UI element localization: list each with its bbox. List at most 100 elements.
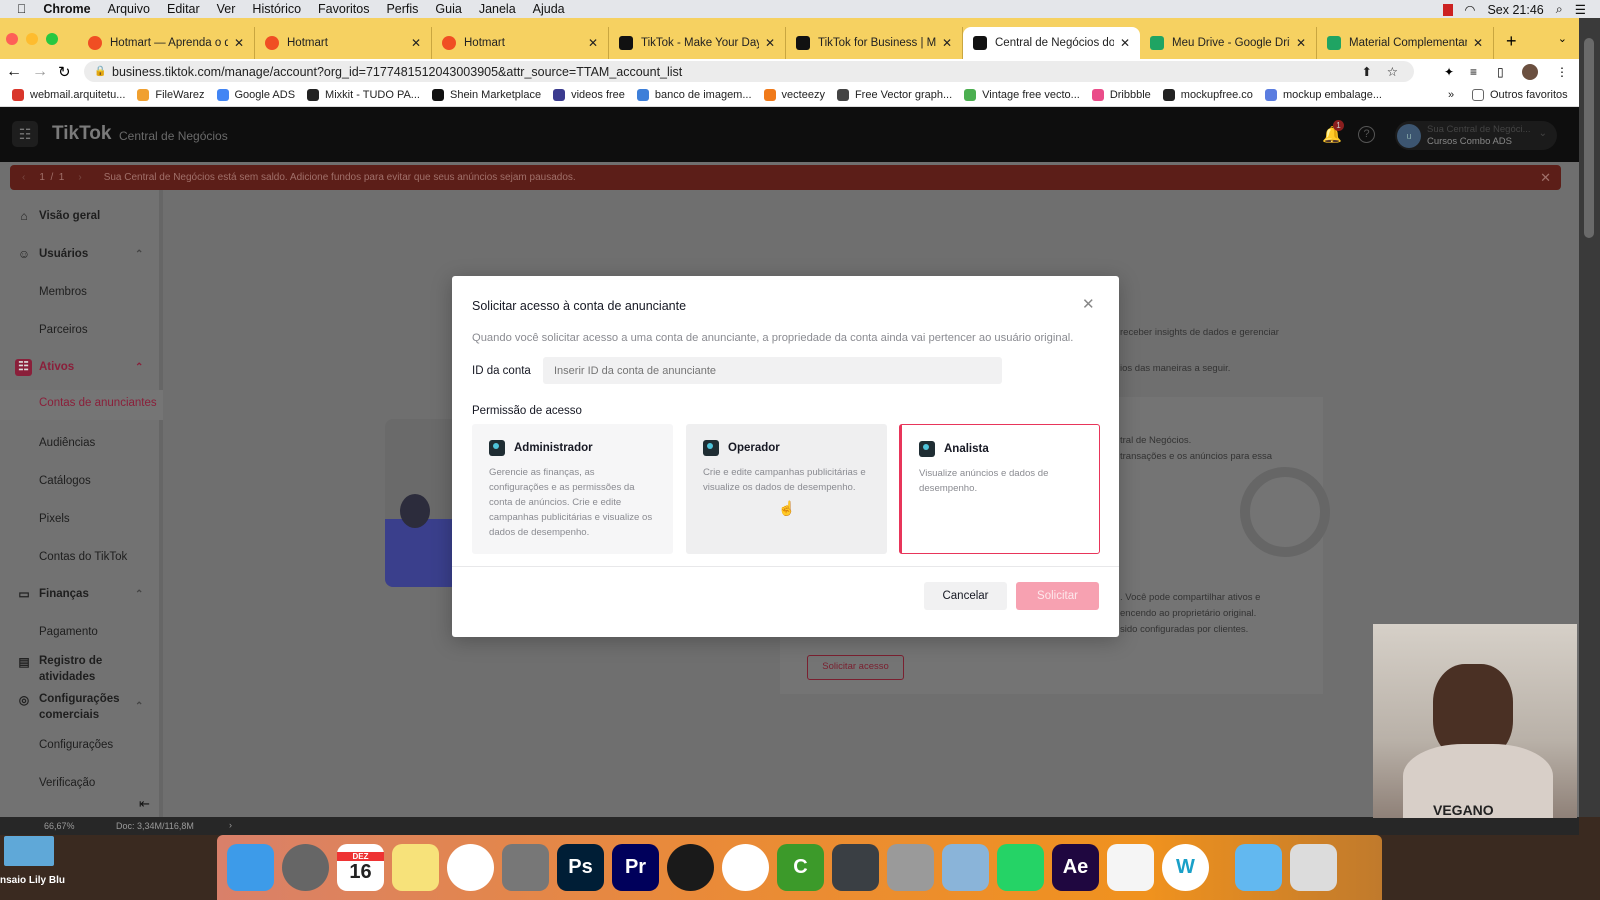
tab-1[interactable]: Hotmart ✕: [255, 27, 432, 59]
close-tab-icon[interactable]: ✕: [411, 36, 421, 50]
tab-0[interactable]: Hotmart — Aprenda o que ✕: [78, 27, 255, 59]
back-icon[interactable]: ←: [6, 63, 22, 81]
bookmark-item[interactable]: videos free: [553, 89, 625, 101]
menu-app-name[interactable]: Chrome: [43, 2, 90, 16]
menu-editar[interactable]: Editar: [167, 2, 200, 16]
trash-icon[interactable]: [1290, 844, 1337, 891]
vectornator-icon[interactable]: [667, 844, 714, 891]
close-window-button[interactable]: [6, 32, 18, 45]
sidepanel-icon[interactable]: ▯: [1497, 65, 1504, 79]
chevron-up-icon[interactable]: ⌃: [135, 589, 143, 600]
sidebar-item-finanças[interactable]: ▭ Finanças ⌃: [0, 585, 163, 603]
fan-control-icon[interactable]: [832, 844, 879, 891]
bookmark-item[interactable]: vecteezy: [763, 89, 825, 101]
sidebar-item-catálogos[interactable]: Catálogos: [0, 472, 163, 490]
close-tab-icon[interactable]: ✕: [1473, 36, 1483, 50]
sidebar-item-pixels[interactable]: Pixels: [0, 510, 163, 528]
extensions-icon[interactable]: ✦: [1444, 65, 1454, 79]
finder-icon[interactable]: [227, 844, 274, 891]
close-tab-icon[interactable]: ✕: [1120, 36, 1130, 50]
close-tab-icon[interactable]: ✕: [1296, 36, 1306, 50]
photoshop-icon[interactable]: Ps: [557, 844, 604, 891]
sidebar-item-usuários[interactable]: ☺ Usuários ⌃: [0, 245, 163, 263]
preview-icon[interactable]: [942, 844, 989, 891]
launchpad-icon[interactable]: [282, 844, 329, 891]
sidebar-item-contas-do-tiktok[interactable]: Contas do TikTok: [0, 548, 163, 566]
calendar-icon[interactable]: DEZ 16: [337, 844, 384, 891]
chevron-up-icon[interactable]: ⌃: [135, 362, 143, 373]
option-operador[interactable]: Operador Crie e edite campanhas publicit…: [686, 424, 887, 554]
bookmark-item[interactable]: Mixkit - TUDO PA...: [307, 89, 420, 101]
sidebar-item-verificação[interactable]: Verificação: [0, 774, 163, 792]
banner-next-icon[interactable]: ›: [78, 172, 81, 183]
other-bookmarks[interactable]: Outros favoritos: [1472, 89, 1568, 101]
tab-2[interactable]: Hotmart ✕: [432, 27, 609, 59]
system-preferences-icon[interactable]: [502, 844, 549, 891]
submit-button[interactable]: Solicitar: [1016, 582, 1099, 610]
bookmark-item[interactable]: Google ADS: [216, 89, 295, 101]
sidebar-item-pagamento[interactable]: Pagamento: [0, 623, 163, 641]
camtasia-icon[interactable]: C: [777, 844, 824, 891]
account-id-input[interactable]: [543, 357, 1002, 384]
wondershare-icon[interactable]: W: [1162, 844, 1209, 891]
spotlight-icon[interactable]: ⌕: [1556, 2, 1563, 17]
menu-janela[interactable]: Janela: [479, 2, 516, 16]
sidebar-item-registro-de-atividades[interactable]: ▤ Registro de atividades: [0, 653, 163, 683]
sidebar-item-visão-geral[interactable]: ⌂ Visão geral: [0, 207, 163, 225]
control-center-icon[interactable]: ☰: [1575, 2, 1586, 17]
bookmark-item[interactable]: Vintage free vecto...: [964, 89, 1080, 101]
close-tab-icon[interactable]: ✕: [942, 36, 952, 50]
close-tab-icon[interactable]: ✕: [588, 36, 598, 50]
whatsapp-icon[interactable]: [997, 844, 1044, 891]
reload-icon[interactable]: ↻: [58, 63, 71, 81]
tab-4[interactable]: TikTok for Business | Mark ✕: [786, 27, 963, 59]
menu-historico[interactable]: Histórico: [252, 2, 301, 16]
close-icon[interactable]: ✕: [1082, 295, 1095, 313]
bookmark-item[interactable]: webmail.arquitetu...: [12, 89, 125, 101]
chevron-up-icon[interactable]: ⌃: [135, 249, 143, 260]
menu-favoritos[interactable]: Favoritos: [318, 2, 369, 16]
bookmark-item[interactable]: mockup embalage...: [1264, 89, 1382, 101]
media-icon[interactable]: ≡: [1470, 65, 1477, 79]
chrome-menu-icon[interactable]: ⋮: [1556, 65, 1568, 79]
sidebar-item-configurações[interactable]: Configurações: [0, 736, 163, 754]
screen-record-icon[interactable]: [1442, 3, 1453, 16]
sidebar-item-audiências[interactable]: Audiências: [0, 434, 163, 452]
account-switcher[interactable]: u Sua Central de Negóci... Cursos Combo …: [1395, 121, 1557, 150]
clock[interactable]: Sex 21:46: [1487, 3, 1543, 17]
bookmark-item[interactable]: FileWarez: [137, 89, 205, 101]
calculator-icon[interactable]: [887, 844, 934, 891]
notes-icon[interactable]: [392, 844, 439, 891]
tab-search-chevron-icon[interactable]: ⌄: [1558, 32, 1567, 45]
close-tab-icon[interactable]: ✕: [234, 36, 244, 50]
zoom-window-button[interactable]: [46, 32, 58, 45]
forward-icon[interactable]: →: [32, 63, 48, 81]
banner-prev-icon[interactable]: ‹: [22, 172, 25, 183]
sidebar-item-ativos[interactable]: ☷ Ativos ⌃: [0, 358, 163, 376]
status-arrow-icon[interactable]: ›: [229, 820, 232, 830]
tab-3[interactable]: TikTok - Make Your Day ✕: [609, 27, 786, 59]
help-icon[interactable]: ?: [1358, 126, 1375, 143]
window-scrollbar[interactable]: [1579, 18, 1600, 817]
bookmark-item[interactable]: mockupfree.co: [1162, 89, 1253, 101]
sidebar-item-membros[interactable]: Membros: [0, 283, 163, 301]
scrollbar-thumb[interactable]: [1584, 38, 1594, 238]
bookmark-item[interactable]: banco de imagem...: [636, 89, 752, 101]
tab-7[interactable]: Material Complementar - (✕: [1317, 27, 1494, 59]
url-text[interactable]: business.tiktok.com/manage/account?org_i…: [112, 65, 682, 79]
menu-arquivo[interactable]: Arquivo: [108, 2, 150, 16]
bookmarks-more[interactable]: »: [1448, 89, 1454, 101]
desktop-folder[interactable]: [4, 836, 54, 866]
profile-avatar[interactable]: [1522, 63, 1538, 80]
sidebar-item-configurações-comerciais[interactable]: ◎ Configurações comerciais ⌃: [0, 691, 163, 721]
menu-ver[interactable]: Ver: [217, 2, 236, 16]
cancel-button[interactable]: Cancelar: [924, 582, 1007, 610]
minimize-window-button[interactable]: [26, 32, 38, 45]
textedit-icon[interactable]: [1107, 844, 1154, 891]
banner-close-icon[interactable]: ✕: [1540, 170, 1551, 186]
apple-icon[interactable]: : [17, 2, 26, 16]
address-bar[interactable]: 🔒 business.tiktok.com/manage/account?org…: [84, 61, 1414, 82]
bookmark-item[interactable]: Shein Marketplace: [431, 89, 541, 101]
sidebar-item-parceiros[interactable]: Parceiros: [0, 321, 163, 339]
chevron-up-icon[interactable]: ⌃: [135, 701, 143, 712]
